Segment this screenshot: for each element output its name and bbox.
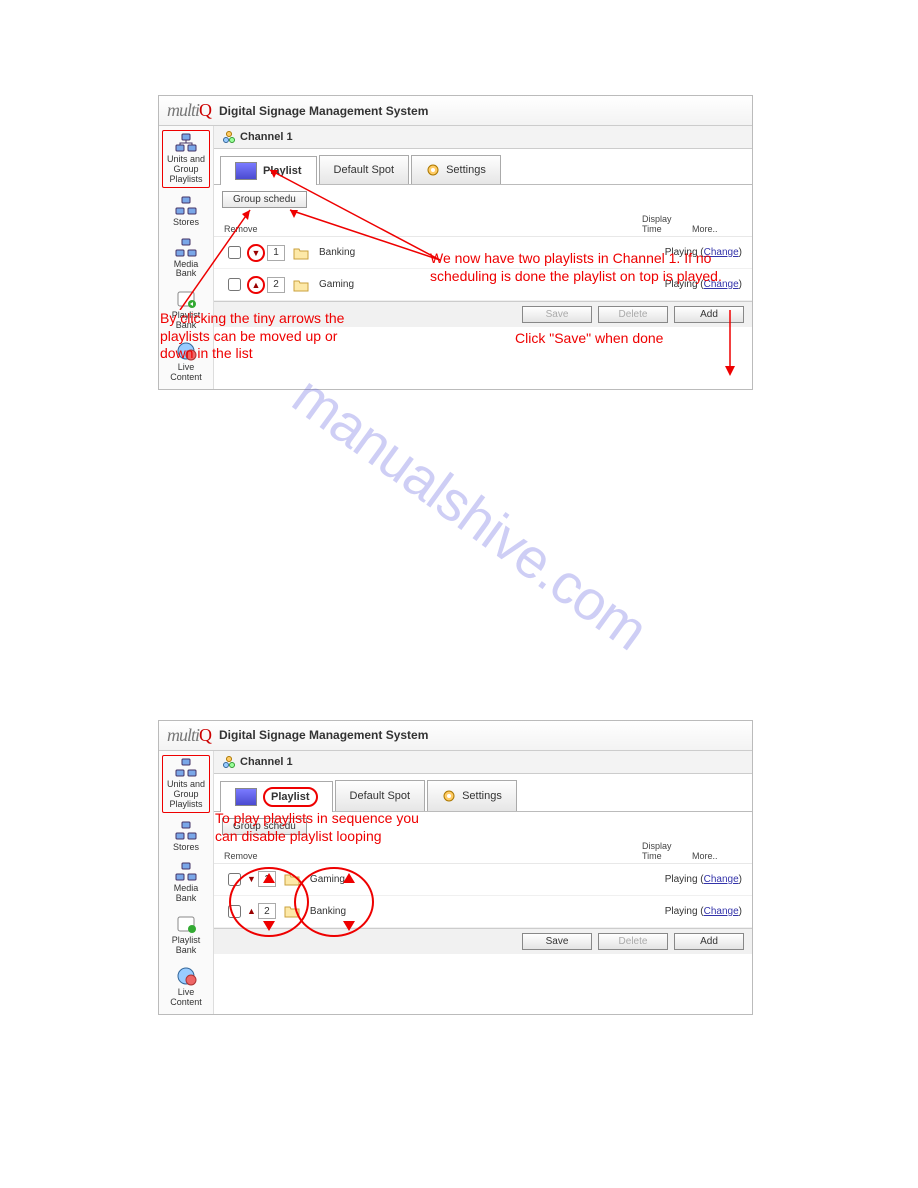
remove-checkbox[interactable] — [228, 873, 241, 886]
folder-icon[interactable] — [293, 246, 309, 260]
tab-playlist[interactable]: Playlist — [220, 781, 333, 812]
annotation-two-playlists: We now have two playlists in Channel 1. … — [430, 250, 740, 285]
logo: multiQ — [167, 100, 211, 121]
sidebar-item-media-bank[interactable]: Media Bank — [162, 236, 210, 282]
add-button[interactable]: Add — [674, 306, 744, 323]
remove-checkbox[interactable] — [228, 246, 241, 259]
col-display-time: Display Time — [642, 214, 692, 234]
gear-icon — [442, 789, 456, 803]
sidebar-item-units[interactable]: Units and Group Playlists — [162, 755, 210, 813]
channel-icon — [222, 130, 236, 144]
folder-icon[interactable] — [293, 278, 309, 292]
title-bar: multiQ Digital Signage Management System — [159, 96, 752, 126]
stores-icon — [174, 196, 198, 216]
annotation-sequence: To play playlists in sequence you can di… — [215, 810, 435, 845]
channel-icon — [222, 755, 236, 769]
sidebar-item-label: Media Bank — [174, 259, 199, 279]
order-up-icon[interactable]: ▲ — [247, 276, 265, 294]
sidebar-item-stores[interactable]: Stores — [162, 194, 210, 230]
playlist-row: ▲ 2 Banking Playing (Change) — [214, 896, 752, 928]
logo: multiQ — [167, 725, 211, 746]
playlist-name: Banking — [300, 906, 665, 917]
sidebar-item-stores[interactable]: Stores — [162, 819, 210, 855]
playlist-bank-icon — [174, 914, 198, 934]
order-down-icon[interactable]: ▼ — [247, 244, 265, 262]
app-window-2: multiQ Digital Signage Management System… — [158, 720, 753, 1015]
title-bar: multiQ Digital Signage Management System — [159, 721, 752, 751]
channel-title: Channel 1 — [240, 131, 293, 143]
tab-label: Playlist — [263, 165, 302, 177]
list-header: Remove Display Time More.. — [214, 208, 752, 237]
col-more[interactable]: More.. — [692, 224, 742, 234]
add-button[interactable]: Add — [674, 933, 744, 950]
channel-title: Channel 1 — [240, 756, 293, 768]
main-panel: Channel 1 Playlist Default Spot Settings — [214, 751, 752, 1014]
tabs: Playlist Default Spot Settings — [214, 149, 752, 185]
channel-header: Channel 1 — [214, 126, 752, 149]
tab-label: Settings — [446, 164, 486, 176]
group-schedule-button[interactable]: Group schedu — [222, 191, 307, 208]
tab-settings[interactable]: Settings — [427, 780, 517, 811]
logo-text: multi — [167, 100, 199, 120]
tab-default-spot[interactable]: Default Spot — [335, 780, 426, 811]
sidebar-item-label: Units and Group Playlists — [167, 154, 205, 184]
stores-icon — [174, 821, 198, 841]
order-number: 2 — [267, 277, 285, 293]
col-remove: Remove — [224, 224, 314, 234]
media-bank-icon — [174, 862, 198, 882]
order-down-icon[interactable]: ▼ — [247, 874, 256, 884]
order-number: 2 — [258, 903, 276, 919]
remove-checkbox[interactable] — [228, 905, 241, 918]
playlist-swatch-icon — [235, 162, 257, 180]
folder-icon[interactable] — [284, 904, 300, 918]
sidebar-item-units[interactable]: Units and Group Playlists — [162, 130, 210, 188]
button-row: Save Delete Add — [214, 928, 752, 954]
playlist-name: Gaming — [300, 874, 665, 885]
annotation-tiny-arrows: By clicking the tiny arrows the playlist… — [160, 310, 370, 363]
live-content-icon — [174, 966, 198, 986]
app-title: Digital Signage Management System — [219, 728, 428, 742]
tab-default-spot[interactable]: Default Spot — [319, 155, 410, 184]
playlist-row: ▼ 1 Gaming Playing (Change) — [214, 864, 752, 896]
tabs: Playlist Default Spot Settings — [214, 774, 752, 812]
playlist-status: Playing (Change) — [665, 906, 742, 917]
tab-label: Default Spot — [334, 164, 395, 176]
playlist-bank-icon — [174, 289, 198, 309]
media-bank-icon — [174, 238, 198, 258]
sidebar-item-live-content[interactable]: Live Content — [162, 964, 210, 1010]
app-title: Digital Signage Management System — [219, 104, 428, 118]
playlist-swatch-icon — [235, 788, 257, 806]
order-number: 1 — [258, 871, 276, 887]
change-link[interactable]: Change — [704, 906, 739, 917]
tab-settings[interactable]: Settings — [411, 155, 501, 184]
folder-icon[interactable] — [284, 872, 300, 886]
save-button[interactable]: Save — [522, 933, 592, 950]
tab-label: Playlist — [263, 787, 318, 807]
order-number: 1 — [267, 245, 285, 261]
remove-checkbox[interactable] — [228, 278, 241, 291]
units-icon — [174, 133, 198, 153]
annotation-click-save: Click "Save" when done — [515, 330, 663, 348]
units-icon — [174, 758, 198, 778]
order-up-icon[interactable]: ▲ — [247, 906, 256, 916]
delete-button[interactable]: Delete — [598, 933, 668, 950]
tab-playlist[interactable]: Playlist — [220, 156, 317, 185]
delete-button[interactable]: Delete — [598, 306, 668, 323]
playlist-status: Playing (Change) — [665, 874, 742, 885]
gear-icon — [426, 163, 440, 177]
logo-accent: Q — [199, 100, 211, 120]
sidebar-item-label: Stores — [173, 217, 199, 227]
channel-header: Channel 1 — [214, 751, 752, 774]
sidebar: Units and Group Playlists Stores Media B… — [159, 751, 214, 1014]
sidebar-item-playlist-bank[interactable]: Playlist Bank — [162, 912, 210, 958]
sidebar-item-media-bank[interactable]: Media Bank — [162, 860, 210, 906]
save-button[interactable]: Save — [522, 306, 592, 323]
sidebar-item-label: Live Content — [170, 362, 202, 382]
change-link[interactable]: Change — [704, 874, 739, 885]
